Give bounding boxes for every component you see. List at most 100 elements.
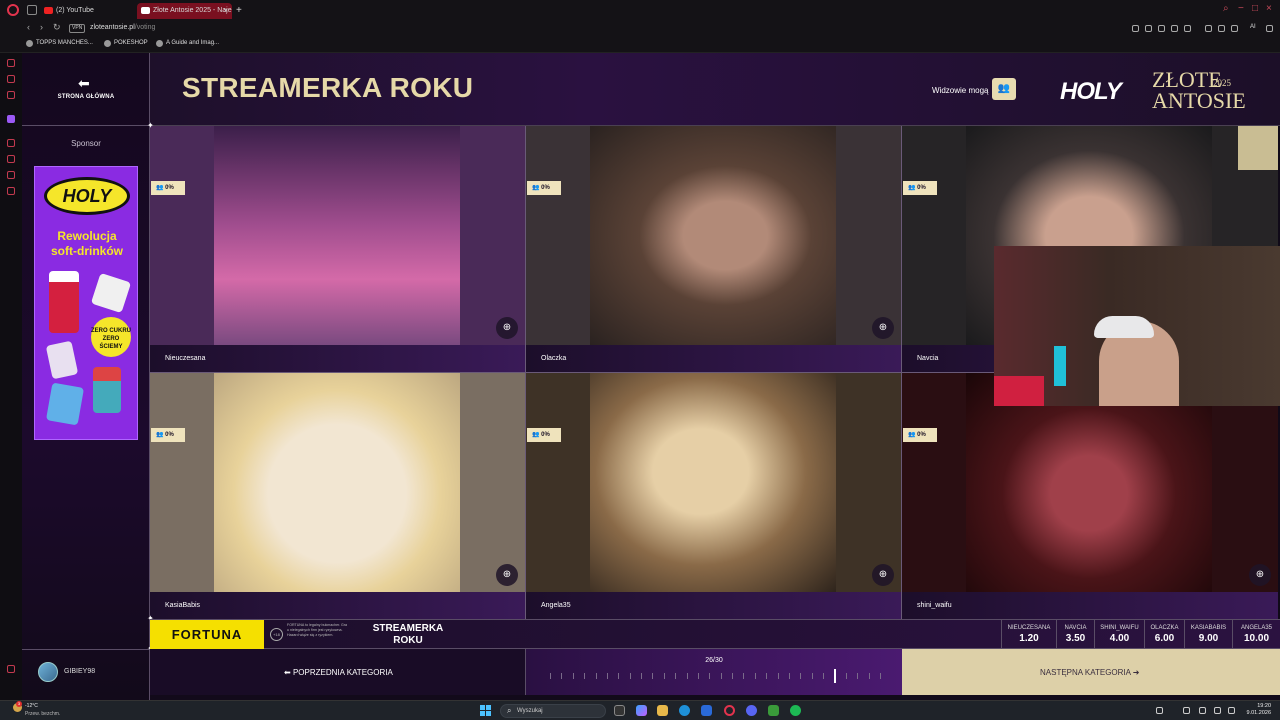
maximize-icon[interactable]: □ (1252, 3, 1258, 14)
nominee-card[interactable]: 👥 0% ⊕ Angela35 (526, 373, 902, 620)
snapshot-icon[interactable] (1145, 25, 1152, 32)
fortuna-logo[interactable]: FORTUNA (150, 620, 264, 650)
forward-icon[interactable]: › (40, 22, 43, 32)
nominee-card[interactable]: 👥 0% ⊕ KasiaBabis (150, 373, 526, 620)
twitch-icon[interactable] (7, 115, 15, 123)
adblock-shield-icon[interactable] (1158, 25, 1165, 32)
odds-cell[interactable]: NAVCIA 3.50 (1056, 620, 1094, 650)
zoom-in-button[interactable]: ⊕ (496, 564, 518, 586)
volume-icon[interactable] (1228, 707, 1235, 714)
odds-cell[interactable]: NIEUCZESANA 1.20 (1001, 620, 1056, 650)
vpn-badge[interactable]: VPN (69, 24, 86, 33)
heart-icon[interactable] (1184, 25, 1191, 32)
clock-icon[interactable] (7, 155, 15, 163)
zoom-in-button[interactable]: ⊕ (496, 317, 518, 339)
copilot-icon[interactable] (636, 705, 647, 716)
odds-cell[interactable]: ANGELA35 10.00 (1232, 620, 1280, 650)
tray-chevron-icon[interactable] (1156, 707, 1163, 714)
download-icon[interactable] (1132, 25, 1139, 32)
nominee-card[interactable]: 👥 0% ⊕ Nieuczesana (150, 126, 526, 373)
task-view-icon[interactable] (614, 705, 625, 716)
url-field[interactable]: zloteantosie.pl/voting (90, 24, 155, 31)
progress-tick (789, 673, 790, 679)
file-explorer-icon[interactable] (657, 705, 668, 716)
zoom-in-button[interactable]: ⊕ (872, 317, 894, 339)
app-icon[interactable] (768, 705, 779, 716)
messenger-icon[interactable] (7, 75, 15, 83)
opera-logo-icon[interactable] (7, 4, 19, 16)
wifi-icon[interactable] (1214, 707, 1221, 714)
bookmark-item[interactable]: A Guide and Imag... (156, 40, 219, 47)
taskbar-clock[interactable]: 19:20 9.01.2026 (1243, 703, 1271, 717)
reload-icon[interactable]: ↻ (53, 22, 61, 33)
category-title: STREAMERKA ROKU (182, 72, 474, 103)
profile-placeholder-icon (1238, 126, 1278, 170)
search-tabs-icon[interactable]: ⌕ (1223, 3, 1229, 14)
network-icon[interactable] (1183, 707, 1190, 714)
nominee-name-bar: Olaczka (526, 345, 901, 372)
opera-taskbar-icon[interactable] (724, 705, 735, 716)
easy-setup-icon[interactable] (1218, 25, 1225, 32)
close-tab-icon[interactable]: × (223, 3, 228, 19)
nominee-name: Angela35 (541, 602, 571, 609)
vote-percent-badge: 👥 0% (903, 428, 937, 442)
odds-nominee: ANGELA35 (1240, 625, 1273, 631)
zoom-icon: ⊕ (502, 569, 512, 580)
nominee-photo (214, 373, 460, 592)
bag-icon[interactable] (7, 59, 15, 67)
new-tab-button[interactable]: + (233, 3, 247, 19)
minimize-icon[interactable]: − (1238, 3, 1244, 14)
betting-odds-bar: FORTUNA +18 FORTUNA to legalny bukmacher… (150, 619, 1280, 650)
odds-cell[interactable]: SHINI_WAIFU 4.00 (1094, 620, 1144, 650)
odds-cell[interactable]: OLACZKA 6.00 (1144, 620, 1184, 650)
odds-nominee: SHINI_WAIFU (1100, 625, 1139, 631)
progress-tick (618, 673, 619, 679)
sponsor-ad-banner[interactable]: HOLY Rewolucja soft-drinków ZERO CUKRU Z… (34, 166, 138, 440)
home-button[interactable]: ⬅ STRONA GŁÓWNA (22, 53, 150, 126)
vote-percent-badge: 👥 0% (151, 428, 185, 442)
progress-tick (641, 673, 642, 679)
settings-icon[interactable] (7, 187, 15, 195)
browser-menu-icon[interactable] (1266, 25, 1273, 32)
aria-ai-button[interactable]: AI (1250, 24, 1256, 30)
flow-icon[interactable] (1231, 25, 1238, 32)
nominee-card[interactable]: 👥 0% ⊕ Olaczka (526, 126, 902, 373)
back-icon[interactable]: ‹ (27, 22, 30, 32)
player-icon[interactable] (1171, 25, 1178, 32)
bookmark-item[interactable]: TOPPS MANCHES... (26, 40, 93, 47)
bookmark-label: TOPPS MANCHES... (36, 40, 93, 46)
zoom-in-button[interactable]: ⊕ (872, 564, 894, 586)
tab-zlote-antosie[interactable]: Złote Antosie 2025 - Naje × (137, 3, 232, 19)
edge-icon[interactable] (679, 705, 690, 716)
microphone-icon[interactable] (1199, 707, 1206, 714)
tab-menu-icon[interactable] (27, 5, 37, 15)
windows-start-icon[interactable] (480, 705, 491, 716)
odds-nominee: NAVCIA (1064, 625, 1087, 631)
user-profile[interactable]: GIBIEY98 (22, 649, 150, 700)
next-category-button[interactable]: NASTĘPNA KATEGORIA ➜ (902, 649, 1280, 695)
bookmark-item[interactable]: POKESHOP (104, 40, 148, 47)
progress-tick (823, 673, 824, 679)
history-icon[interactable] (7, 139, 15, 147)
taskbar-search[interactable]: ⌕ Wyszukaj (500, 704, 606, 718)
store-icon[interactable] (701, 705, 712, 716)
zoom-in-button[interactable]: ⊕ (1249, 564, 1271, 586)
spotify-icon[interactable] (790, 705, 801, 716)
nominee-card[interactable]: 👥 0% ⊕ shini_waifu (902, 373, 1278, 620)
music-icon[interactable] (7, 171, 15, 179)
viewers-users-button[interactable]: 👥 (992, 78, 1016, 100)
discord-icon[interactable] (746, 705, 757, 716)
progress-tick (596, 673, 597, 679)
previous-category-button[interactable]: ⬅ POPRZEDNIA KATEGORIA (150, 649, 526, 695)
progress-tick (698, 673, 699, 679)
odds-cell[interactable]: KASIABABIS 9.00 (1184, 620, 1232, 650)
progress-tick (732, 673, 733, 679)
window-close-icon[interactable]: × (1266, 3, 1272, 14)
odds-category-line1: STREAMERKA (372, 623, 444, 634)
progress-tick (607, 673, 608, 679)
extensions-icon[interactable] (1205, 25, 1212, 32)
tab-youtube[interactable]: (2) YouTube (40, 3, 136, 19)
instagram-icon[interactable] (7, 91, 15, 99)
sidebar-more-icon[interactable] (7, 665, 15, 673)
nominee-image (150, 373, 525, 592)
